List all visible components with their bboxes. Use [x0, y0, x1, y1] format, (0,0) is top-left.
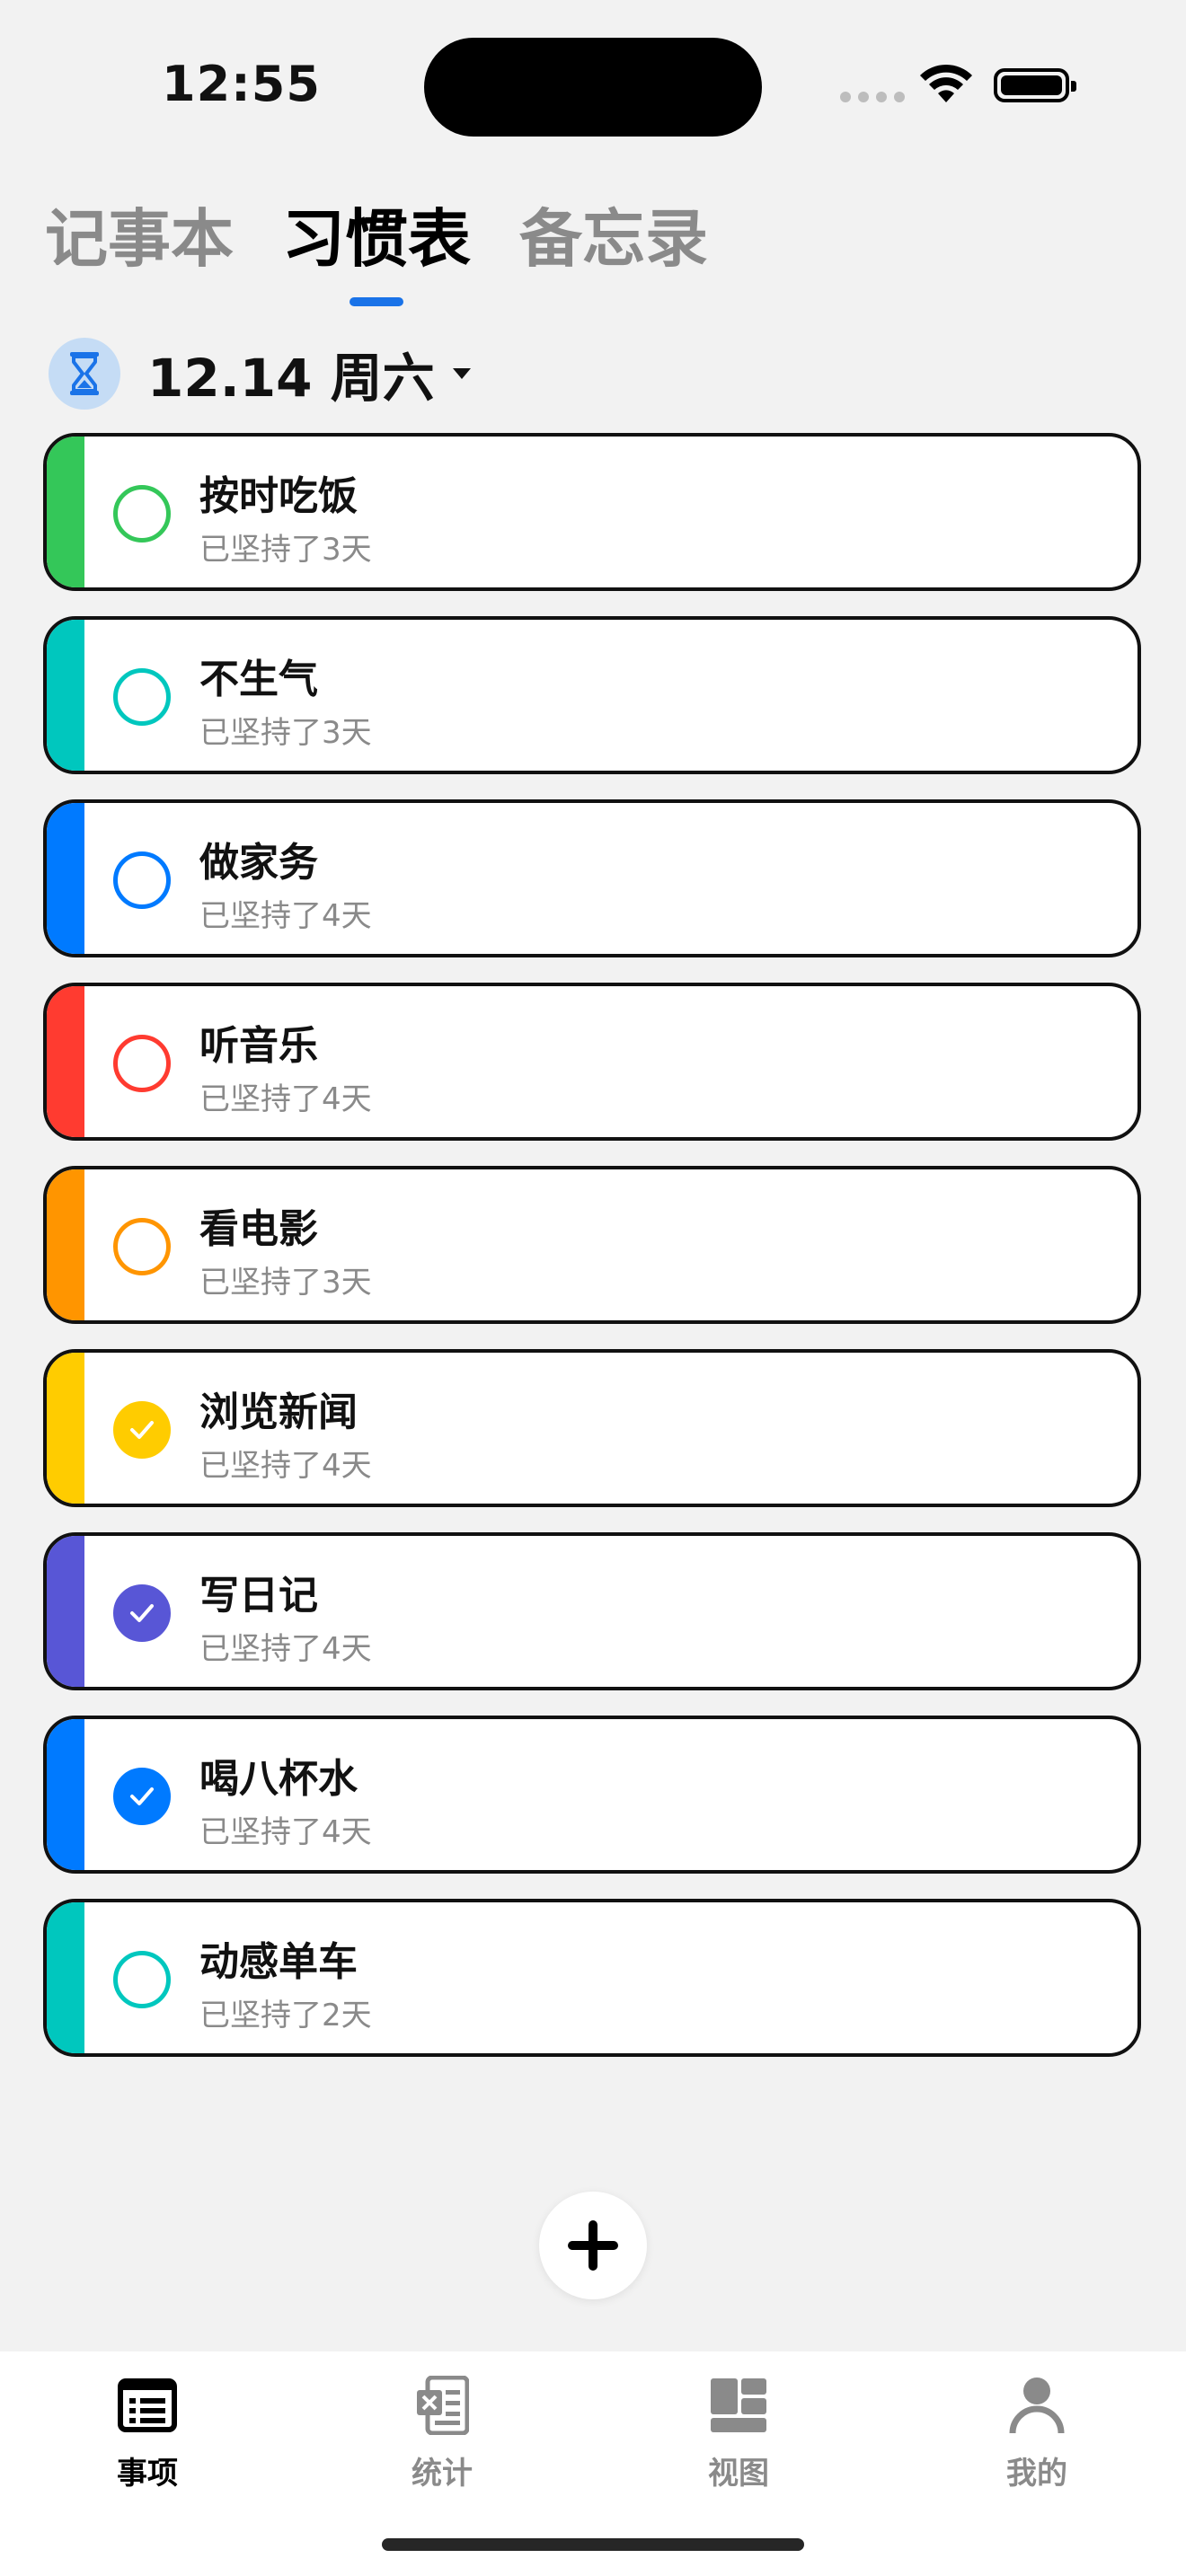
habit-name: 不生气 — [199, 657, 318, 702]
habit-check-button[interactable] — [113, 1768, 171, 1825]
checkmark-icon — [130, 1421, 154, 1439]
habit-item-3[interactable]: 听音乐 已坚持了4天 — [43, 983, 1141, 1141]
habit-name: 写日记 — [199, 1573, 318, 1619]
habit-check-button[interactable] — [113, 1218, 171, 1275]
habit-streak: 已坚持了4天 — [199, 1631, 372, 1667]
top-tabs: 记事本 习惯表 备忘录 — [45, 189, 708, 279]
habit-streak: 已坚持了2天 — [199, 1998, 372, 2033]
date-label: 12.14 周六 — [147, 348, 435, 409]
habit-name: 按时吃饭 — [199, 473, 358, 519]
add-habit-button[interactable] — [539, 2192, 647, 2299]
habit-item-5[interactable]: 浏览新闻 已坚持了4天 — [43, 1349, 1141, 1507]
habit-color-strip — [47, 1902, 84, 2053]
list-icon — [118, 2378, 177, 2432]
nav-item-view[interactable]: 视图 — [667, 2369, 810, 2492]
grid-view-icon — [711, 2378, 766, 2432]
habit-color-strip — [47, 803, 84, 954]
nav-label: 我的 — [1006, 2456, 1067, 2492]
habit-streak: 已坚持了3天 — [199, 715, 372, 751]
habit-item-7[interactable]: 喝八杯水 已坚持了4天 — [43, 1716, 1141, 1874]
person-icon — [1009, 2378, 1065, 2434]
habit-streak: 已坚持了4天 — [199, 1814, 372, 1850]
nav-label: 事项 — [117, 2456, 178, 2492]
habit-color-strip — [47, 437, 84, 587]
habit-name: 喝八杯水 — [199, 1756, 358, 1802]
tab-notebook[interactable]: 记事本 — [45, 189, 234, 279]
habit-item-1[interactable]: 不生气 已坚持了3天 — [43, 616, 1141, 774]
habit-check-button[interactable] — [113, 1584, 171, 1642]
habit-check-button[interactable] — [113, 851, 171, 909]
chevron-down-icon — [452, 368, 471, 379]
nav-item-items[interactable]: 事项 — [75, 2369, 219, 2492]
habit-streak: 已坚持了4天 — [199, 1448, 372, 1484]
habit-list: 按时吃饭 已坚持了3天 不生气 已坚持了3天 做家务 已坚持了4天 听音乐 已坚… — [43, 433, 1141, 2082]
habit-name: 看电影 — [199, 1206, 318, 1252]
habit-color-strip — [47, 1719, 84, 1870]
checkmark-icon — [130, 1787, 154, 1805]
habit-name: 浏览新闻 — [199, 1389, 358, 1435]
habit-streak: 已坚持了3天 — [199, 532, 372, 568]
habit-check-button[interactable] — [113, 485, 171, 543]
battery-icon — [994, 68, 1076, 102]
nav-item-stats[interactable]: 统计 — [370, 2369, 514, 2492]
habit-item-0[interactable]: 按时吃饭 已坚持了3天 — [43, 433, 1141, 591]
habit-item-8[interactable]: 动感单车 已坚持了2天 — [43, 1899, 1141, 2057]
habit-check-button[interactable] — [113, 668, 171, 726]
habit-item-2[interactable]: 做家务 已坚持了4天 — [43, 799, 1141, 957]
habit-streak: 已坚持了4天 — [199, 898, 372, 934]
tab-memo[interactable]: 备忘录 — [519, 189, 708, 279]
habit-check-button[interactable] — [113, 1035, 171, 1092]
nav-label: 统计 — [412, 2456, 473, 2492]
plus-icon — [568, 2220, 618, 2271]
habit-color-strip — [47, 620, 84, 771]
habit-streak: 已坚持了3天 — [199, 1265, 372, 1301]
tab-habits[interactable]: 习惯表 — [282, 189, 471, 279]
home-indicator — [382, 2538, 804, 2551]
habit-color-strip — [47, 1353, 84, 1504]
nav-item-mine[interactable]: 我的 — [965, 2369, 1109, 2492]
habit-color-strip — [47, 986, 84, 1137]
spreadsheet-icon — [417, 2376, 469, 2435]
nav-label: 视图 — [708, 2456, 769, 2492]
cellular-signal-icon — [840, 92, 905, 102]
hourglass-icon — [49, 338, 120, 410]
habit-check-button[interactable] — [113, 1401, 171, 1459]
habit-color-strip — [47, 1169, 84, 1320]
habit-name: 动感单车 — [199, 1939, 358, 1985]
habit-color-strip — [47, 1536, 84, 1687]
date-selector[interactable]: 12.14 周六 — [49, 336, 471, 411]
habit-name: 听音乐 — [199, 1023, 318, 1069]
habit-check-button[interactable] — [113, 1951, 171, 2008]
wifi-icon — [920, 64, 972, 102]
status-bar: 12:55 — [0, 0, 1186, 171]
habit-item-6[interactable]: 写日记 已坚持了4天 — [43, 1532, 1141, 1690]
dynamic-island — [424, 38, 762, 137]
habit-item-4[interactable]: 看电影 已坚持了3天 — [43, 1166, 1141, 1324]
checkmark-icon — [130, 1604, 154, 1622]
habit-streak: 已坚持了4天 — [199, 1081, 372, 1117]
status-time: 12:55 — [162, 56, 321, 112]
habit-name: 做家务 — [199, 840, 318, 886]
